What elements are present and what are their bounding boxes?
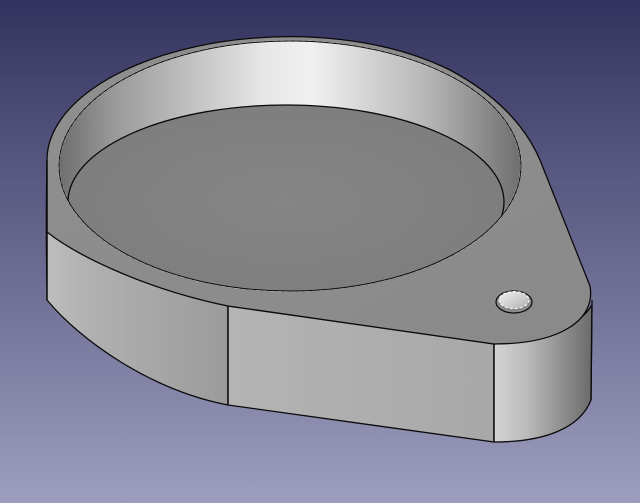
3d-viewport[interactable] — [0, 0, 640, 503]
mounting-hole[interactable] — [495, 290, 533, 314]
3d-scene[interactable] — [0, 0, 640, 503]
